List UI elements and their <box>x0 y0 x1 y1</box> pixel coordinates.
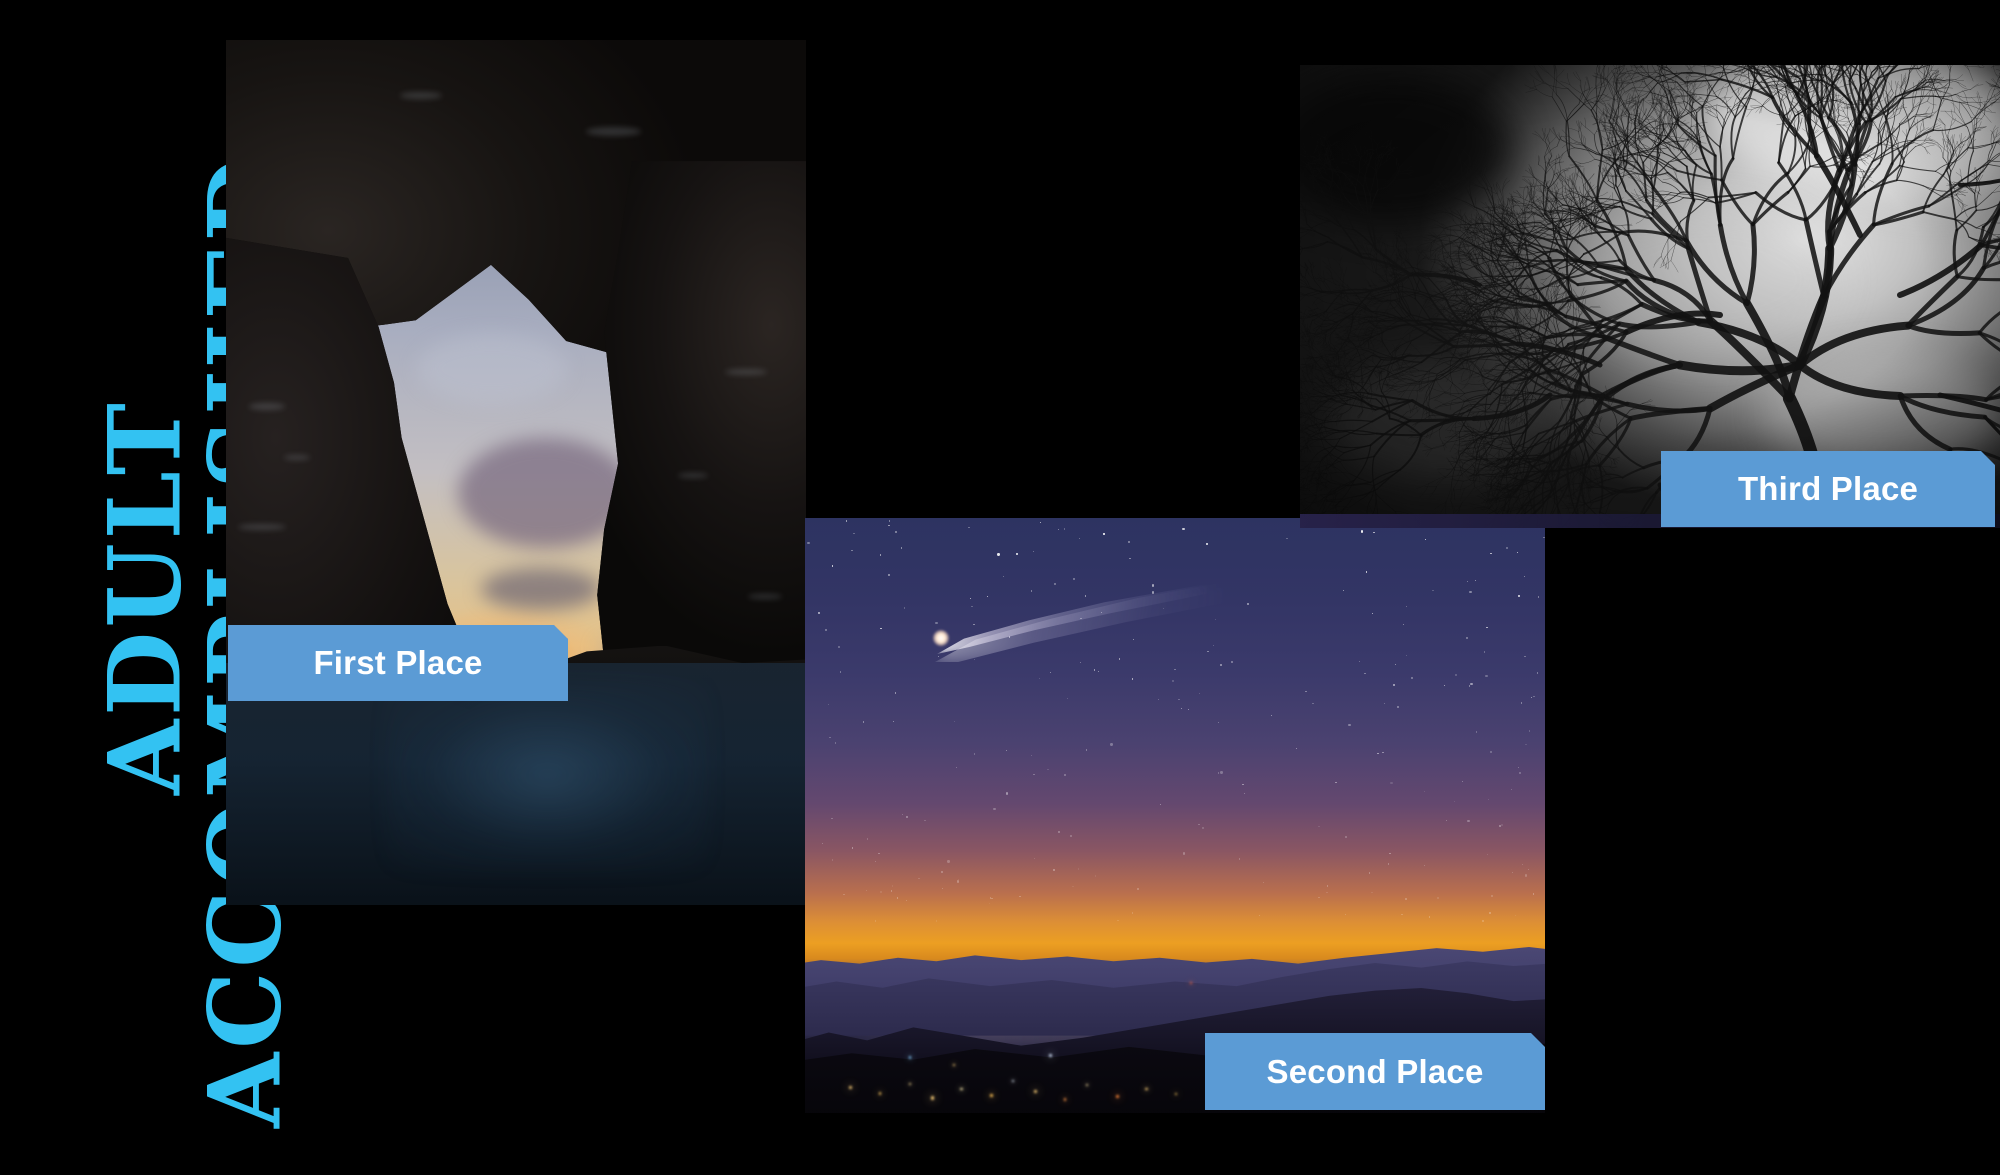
town-light <box>908 1083 911 1086</box>
town-light <box>953 1064 955 1067</box>
third-place-badge[interactable]: Third Place <box>1661 451 1995 527</box>
cave-rock-highlight <box>400 91 442 99</box>
second-place-badge[interactable]: Second Place <box>1205 1033 1545 1110</box>
sea-cave-sunset-photo <box>226 40 806 905</box>
town-light <box>990 1093 993 1097</box>
slide-title-vertical: ADULT ACCOMPLISHED <box>0 0 303 1175</box>
cave-rock-highlight <box>724 368 767 375</box>
title-line-adult: ADULT <box>86 399 204 795</box>
town-light <box>1115 1095 1119 1098</box>
cave-rock-highlight <box>748 593 782 599</box>
town-light <box>930 1096 934 1100</box>
town-light <box>1049 1053 1053 1057</box>
first-place-photo-card[interactable] <box>226 40 806 905</box>
town-light <box>1189 982 1192 985</box>
second-place-photo-card[interactable] <box>805 518 1545 1113</box>
first-place-badge[interactable]: First Place <box>228 625 568 701</box>
cave-water-glow <box>388 680 708 871</box>
cave-cloud <box>417 334 568 405</box>
town-light <box>1145 1088 1148 1091</box>
town-light <box>879 1092 882 1095</box>
town-light <box>908 1056 911 1059</box>
town-light <box>1086 1084 1089 1087</box>
cave-cloud <box>481 567 602 610</box>
third-place-badge-label: Third Place <box>1737 470 1919 507</box>
second-place-badge-label: Second Place <box>1266 1052 1484 1090</box>
town-light <box>960 1088 963 1091</box>
cave-rock-highlight <box>585 126 641 136</box>
first-place-badge-label: First Place <box>313 644 483 681</box>
cave-rock-highlight <box>678 472 709 478</box>
town-light <box>1012 1080 1015 1083</box>
town-light <box>1034 1090 1038 1094</box>
slide-canvas: ADULT ACCOMPLISHED <box>0 0 2000 1175</box>
comet-over-mountains-photo <box>805 518 1545 1113</box>
town-light <box>1175 1092 1178 1096</box>
town-light <box>849 1086 853 1090</box>
town-light <box>1064 1098 1067 1101</box>
comet-head <box>933 630 949 646</box>
